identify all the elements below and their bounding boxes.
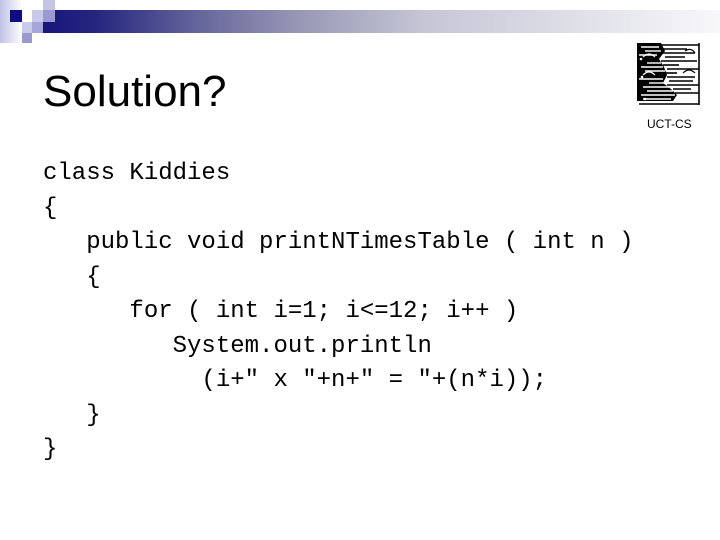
- code-line: }: [43, 401, 101, 429]
- uct-cs-logo-icon: [637, 43, 700, 106]
- decor-square-medium: [32, 22, 43, 33]
- decor-square-light: [32, 10, 43, 22]
- code-line: System.out.println: [43, 332, 432, 360]
- code-line: public void printNTimesTable ( int n ): [43, 229, 634, 256]
- decor-square-overlay: [43, 10, 55, 22]
- decor-square-medium: [22, 33, 32, 43]
- header-gradient-bar: [43, 10, 720, 33]
- decor-square-navy: [10, 10, 22, 22]
- code-line: for ( int i=1; i<=12; i++ ): [43, 298, 519, 325]
- code-line: {: [43, 263, 101, 291]
- slide: Solution? UCT-CS class Kiddies {public …: [0, 0, 720, 540]
- code-line: class Kiddies: [43, 160, 231, 187]
- logo-caption: UCT-CS: [647, 117, 692, 131]
- code-line: }: [43, 436, 58, 463]
- decor-square-top: [43, 0, 55, 10]
- slide-title: Solution?: [43, 67, 227, 116]
- code-line: {: [43, 194, 58, 222]
- decor-square-light: [22, 22, 32, 33]
- code-line: (i+" x "+n+" = "+(n*i));: [43, 367, 548, 394]
- code-listing: class Kiddies { public void printNTimesT…: [43, 157, 634, 468]
